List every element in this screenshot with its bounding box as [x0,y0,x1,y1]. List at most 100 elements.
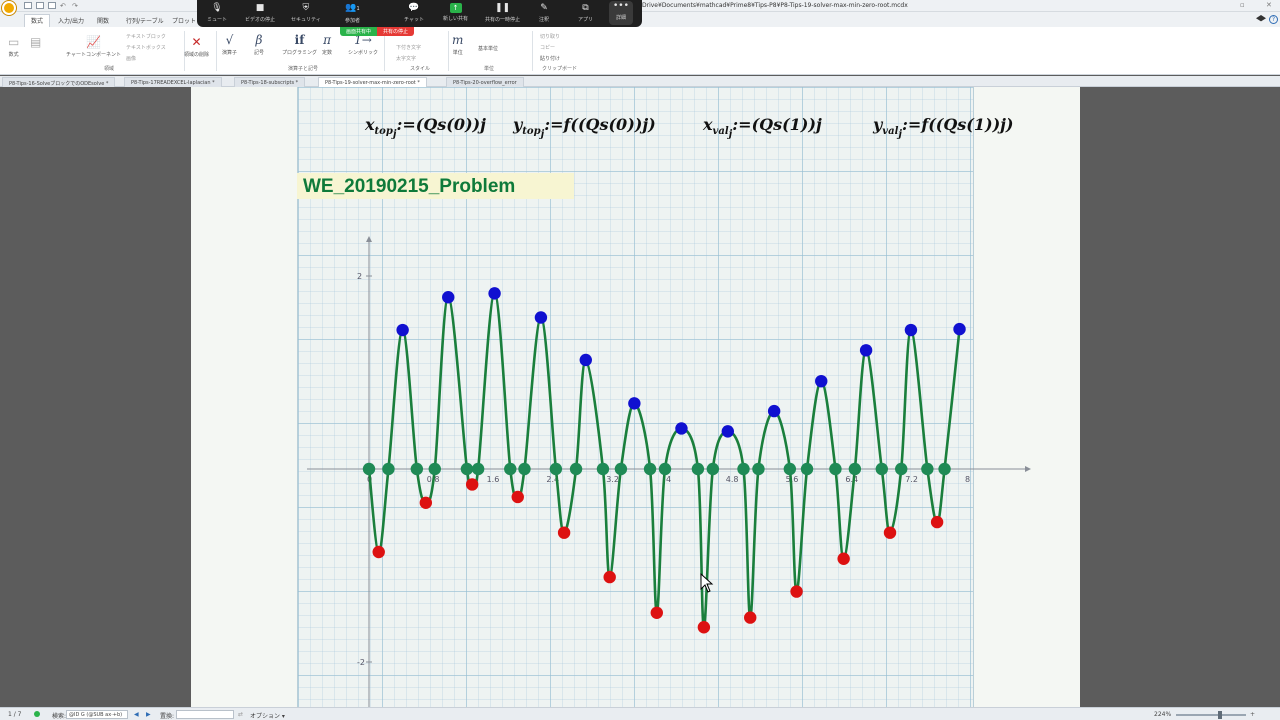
save-file-icon[interactable] [48,2,56,9]
units-icon: m [452,33,464,47]
replace-icon[interactable]: ⇄ [238,711,243,718]
search-prev-icon[interactable]: ◀ [134,711,139,718]
security-button[interactable]: ⛨ セキュリティ [291,3,321,23]
text-box-button[interactable]: テキストボックス [126,44,166,51]
replace-label: 置換: [160,713,175,720]
x-tick-label: 1.6 [487,475,500,484]
subscript-button[interactable]: 下付き文字 [396,44,421,51]
tab-matrices-tables[interactable]: 行列/テーブル [120,15,170,26]
undo-icon[interactable]: ↶ [60,2,68,10]
tab-functions[interactable]: 関数 [91,15,115,26]
zero-point [783,462,797,476]
doc-tab-tips-19[interactable]: P8-Tips-19-solver-max-min-zero-root * [318,77,427,87]
if-icon: if [294,33,305,47]
x-tick-label: 4.8 [726,475,739,484]
zoom-slider-track[interactable] [1176,714,1246,716]
pause-icon: ❚❚ [494,3,511,13]
page-indicator: 1 / 7 [8,711,22,718]
file-path: Drive¥Documents¥mathcad¥Prime8¥Tips-P8¥P… [642,2,908,9]
graduation-cap-icon[interactable] [1256,15,1266,22]
new-share-button[interactable]: ↑ 新しい共有 [443,3,468,22]
programming-button[interactable]: if プログラミング [282,33,317,56]
chart-component-button[interactable]: 📈 チャートコンポーネント [66,35,121,58]
group-label-clipboard: クリップボード [542,66,578,72]
copy-button[interactable]: コピー [540,44,555,51]
delete-region-button[interactable]: ✕ 領域の削除 [184,35,209,58]
zero-point [569,462,583,476]
minimum-point [837,552,850,565]
close-icon[interactable]: ✕ [1266,1,1272,9]
x-axis-arrow [1025,466,1031,472]
operators-button[interactable]: √ 演算子 [222,33,237,56]
stop-share-button[interactable]: 共有の停止 [377,27,415,36]
restore-icon[interactable]: ▫ [1240,1,1245,9]
search-next-icon[interactable]: ▶ [146,711,151,718]
units-button[interactable]: m 単位 [452,33,463,56]
cut-button[interactable]: 切り取り [540,33,560,40]
solve-block-button[interactable]: ▤ [30,35,41,51]
doc-tab-tips-20[interactable]: P8-Tips-20-overflow_error [446,77,524,87]
group-label-style: スタイル [410,66,431,72]
replace-input[interactable] [176,710,234,719]
symbolics-button[interactable]: 1→ シンボリック [348,33,378,56]
math-region-button[interactable]: ▭ 数式 [8,35,19,58]
chat-button[interactable]: 💬 チャット [404,3,424,23]
equation-x-val[interactable]: xvalj:=(Qs(1))j [703,115,822,140]
zero-point [895,462,908,476]
mute-button[interactable]: 🎙 ミュート [207,3,227,23]
problem-title-region[interactable]: WE_20190215_Problem [297,173,574,199]
new-file-icon[interactable] [24,2,32,9]
maximum-point [442,291,455,304]
doc-tab-tips-18[interactable]: P8-Tips-18-subscripts * [234,77,306,87]
maximum-point [579,353,592,367]
zero-point [643,462,657,476]
delete-region-icon: ✕ [191,35,202,49]
maximum-point [488,287,501,300]
options-dropdown[interactable]: オプション ▾ [250,711,285,720]
apps-button[interactable]: ⧉ アプリ [578,3,593,23]
base-units-button[interactable]: 基本単位 [478,45,498,52]
zoom-slider-thumb[interactable] [1218,711,1222,719]
doc-tab-tips-17[interactable]: P8-Tips-17READEXCEL-laplacian * [124,77,222,87]
maximum-point [904,323,918,337]
x-tick-label: 7.2 [905,475,918,484]
image-button[interactable]: 画像 [126,55,136,62]
equation-x-top[interactable]: xtopj:=(Qs(0))j [365,115,486,140]
open-file-icon[interactable] [36,2,44,9]
zero-point [658,462,672,476]
maximum-point [396,323,409,337]
chart-icon: 📈 [86,35,101,49]
group-label-operators: 演算子と記号 [288,66,319,72]
x-tick-label: 4 [666,475,671,484]
screen-sharing-indicator: 画面共有中 [340,27,378,36]
zoom-level: 224% [1154,711,1172,718]
annotate-button[interactable]: ✎ 注釈 [539,3,549,23]
help-icon[interactable]: ? [1269,15,1278,24]
tab-math[interactable]: 数式 [24,14,51,27]
pause-share-button[interactable]: ❚❚ 共有の一時停止 [485,3,520,23]
maximum-point [859,344,873,357]
x-tick-label: 3.2 [606,475,619,484]
stop-video-button[interactable]: ■ ビデオの停止 [245,3,275,23]
equation-y-top[interactable]: ytopj:=f((Qs(0))j) [513,115,656,140]
participants-button[interactable]: 👥1 参加者 [345,3,360,24]
text-block-button[interactable]: テキストブロック [126,33,166,40]
worksheet-area[interactable]: xtopj:=(Qs(0))j ytopj:=f((Qs(0))j) xvalj… [0,87,1280,707]
equation-y-val[interactable]: yvalj:=f((Qs(1))j) [873,115,1014,140]
doc-tab-tips-16[interactable]: P8-Tips-16-SolveブロックでのODEsolve * [2,77,116,87]
math-region-icon: ▭ [8,35,20,49]
redo-icon[interactable]: ↷ [72,2,80,10]
search-input[interactable]: @ID G (@SUB ax⋅+b) [66,710,128,719]
paste-button[interactable]: 貼り付け [540,55,560,62]
symbols-button[interactable]: β 記号 [254,33,264,56]
tab-input-output[interactable]: 入力/出力 [52,15,90,26]
beta-icon: β [255,33,263,47]
bold-text-button[interactable]: 太字文字 [396,55,416,62]
zero-point [737,462,750,476]
zoom-in-icon[interactable]: + [1250,711,1255,718]
more-button[interactable]: ••• 詳細 [609,1,633,25]
constants-button[interactable]: π 定数 [322,33,332,56]
mathcad-logo-icon[interactable] [2,1,16,15]
plot-svg[interactable]: 0 0.8 1.6 2.4 3.2 4 4.8 5.6 6.4 7.2 82-2 [291,232,1033,707]
xy-plot[interactable]: 0 0.8 1.6 2.4 3.2 4 4.8 5.6 6.4 7.2 8 2 -2 [291,232,1033,707]
